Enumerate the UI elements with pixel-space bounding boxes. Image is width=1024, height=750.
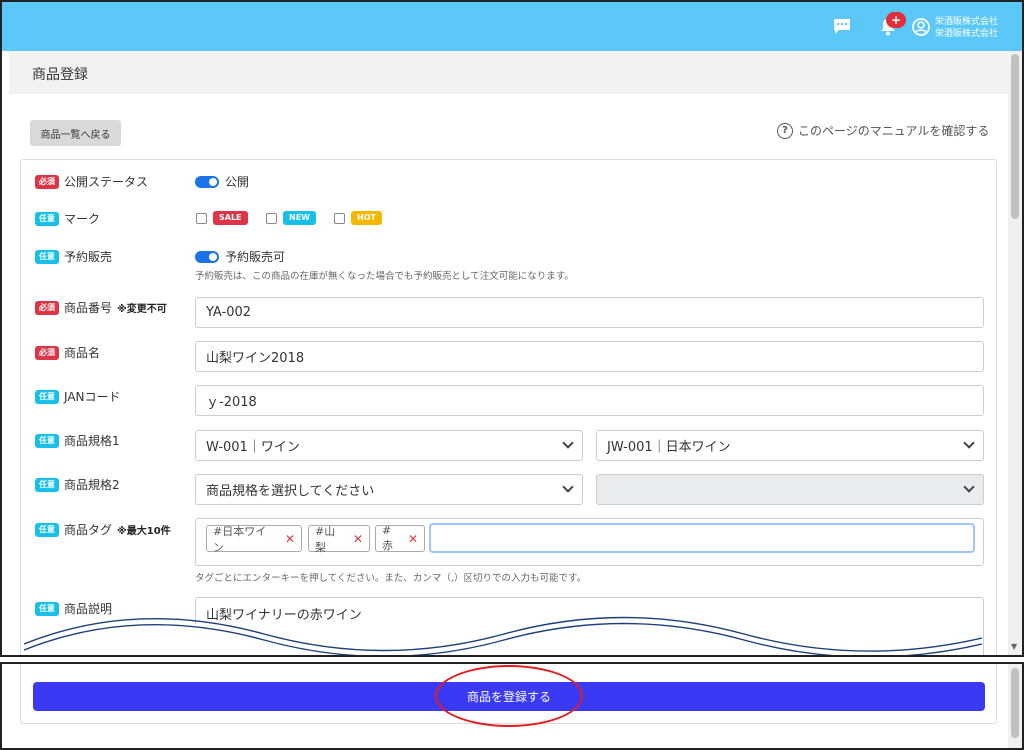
highlight-ellipse <box>435 665 583 727</box>
tags-field[interactable]: #日本ワイン ✕ #山梨 ✕ #赤 ✕ <box>195 518 984 566</box>
product-code-input[interactable]: YA-002 <box>195 297 984 328</box>
company-name[interactable]: 栄酒販株式会社 栄酒販株式会社 <box>935 16 998 40</box>
notification-badge: + <box>886 12 906 28</box>
page-header: 商品登録 <box>9 51 1009 94</box>
spec2-label-text: 商品規格2 <box>64 478 120 492</box>
page-title: 商品登録 <box>32 67 88 83</box>
close-icon[interactable]: ✕ <box>408 532 418 546</box>
spec2-label: 任意 商品規格2 <box>35 476 120 493</box>
new-tag: NEW <box>283 211 316 225</box>
tag-chip: #赤 ✕ <box>375 524 425 552</box>
hot-tag: HOT <box>351 211 382 225</box>
optional-badge: 任意 <box>35 433 59 448</box>
tag-chip-label: #山梨 <box>315 524 336 554</box>
main-window: + 栄酒販株式会社 栄酒販株式会社 商品登録 ▼ 商品一覧へ戻る ? このページ… <box>0 0 1024 657</box>
optional-badge: 任意 <box>35 522 59 537</box>
mark-label-text: マーク <box>64 212 101 226</box>
product-code-note: ※変更不可 <box>117 304 167 315</box>
status-label-text: 公開ステータス <box>64 175 149 189</box>
product-name-label-text: 商品名 <box>64 346 101 360</box>
preorder-help-text: 予約販売は、この商品の在庫が無くなった場合でも予約販売として注文可能になります。 <box>195 271 574 282</box>
mark-option-new[interactable]: NEW <box>266 211 316 225</box>
product-name-input[interactable]: 山梨ワイン2018 <box>195 341 984 372</box>
required-badge: 必須 <box>35 174 59 189</box>
hot-checkbox[interactable] <box>334 212 345 224</box>
product-code-label-text: 商品番号 <box>64 301 113 315</box>
tag-chip: #山梨 ✕ <box>308 524 370 554</box>
optional-badge: 任意 <box>35 477 59 492</box>
toggle-switch[interactable] <box>195 250 219 263</box>
tags-help-text: タグごとにエンターキーを押してください。また、カンマ（,）区切りでの入力も可能で… <box>195 573 587 584</box>
spec1-select-secondary[interactable]: JW-001｜日本ワイン <box>596 430 984 461</box>
preorder-toggle-label: 予約販売可 <box>225 250 286 264</box>
top-bar: + 栄酒販株式会社 栄酒販株式会社 <box>2 2 1022 51</box>
optional-badge: 任意 <box>35 211 59 226</box>
spec1-label: 任意 商品規格1 <box>35 432 120 449</box>
back-to-list-button[interactable]: 商品一覧へ戻る <box>30 120 121 146</box>
sale-tag: SALE <box>213 211 248 225</box>
toggle-switch[interactable] <box>195 175 219 188</box>
page-break-wave <box>24 616 982 655</box>
tags-label-text: 商品タグ <box>64 523 113 537</box>
tag-input[interactable] <box>429 523 975 553</box>
chevron-down-icon <box>963 437 975 449</box>
tag-chip: #日本ワイン ✕ <box>206 524 302 554</box>
scroll-down-icon[interactable]: ▼ <box>1011 642 1017 651</box>
company-line-1: 栄酒販株式会社 <box>935 17 999 27</box>
spec1-label-text: 商品規格1 <box>64 434 120 448</box>
tags-note: ※最大10件 <box>117 526 171 537</box>
spec1-select-primary-value: W-001｜ワイン <box>206 440 300 455</box>
mark-option-sale[interactable]: SALE <box>196 211 248 225</box>
new-checkbox[interactable] <box>266 212 277 224</box>
jan-code-label-text: JANコード <box>64 390 121 404</box>
tag-chip-label: #赤 <box>382 524 393 552</box>
chat-icon[interactable] <box>832 17 852 35</box>
spec2-select-primary-value: 商品規格を選択してください <box>206 484 375 499</box>
mark-label: 任意 マーク <box>35 210 100 227</box>
spec2-select-secondary <box>596 474 984 505</box>
chevron-down-icon <box>963 481 975 493</box>
scrollbar-thumb[interactable] <box>1011 54 1019 219</box>
help-icon: ? <box>777 122 793 139</box>
footer-window: 商品を登録する <box>0 662 1024 750</box>
manual-link-label: このページのマニュアルを確認する <box>798 124 990 138</box>
sale-checkbox[interactable] <box>196 212 207 224</box>
optional-badge: 任意 <box>35 249 59 264</box>
close-icon[interactable]: ✕ <box>353 532 363 546</box>
status-toggle-label: 公開 <box>225 175 250 189</box>
jan-code-label: 任意 JANコード <box>35 388 121 405</box>
required-badge: 必須 <box>35 345 59 360</box>
mark-option-hot[interactable]: HOT <box>334 211 382 225</box>
product-code-label: 必須 商品番号 ※変更不可 <box>35 299 167 316</box>
tag-chip-label: #日本ワイン <box>213 524 267 554</box>
jan-code-input[interactable]: ｙ-2018 <box>195 385 984 416</box>
spec1-select-primary[interactable]: W-001｜ワイン <box>195 430 583 461</box>
chevron-down-icon <box>562 481 574 493</box>
status-label: 必須 公開ステータス <box>35 173 148 190</box>
status-toggle[interactable]: 公開 <box>195 173 249 190</box>
scrollbar-thumb[interactable] <box>1011 668 1019 738</box>
preorder-toggle[interactable]: 予約販売可 <box>195 248 285 265</box>
close-icon[interactable]: ✕ <box>285 532 295 546</box>
optional-badge: 任意 <box>35 389 59 404</box>
chevron-down-icon <box>562 437 574 449</box>
tags-label: 任意 商品タグ ※最大10件 <box>35 521 171 538</box>
required-badge: 必須 <box>35 300 59 315</box>
company-line-2: 栄酒販株式会社 <box>935 29 999 39</box>
user-icon[interactable] <box>912 18 930 36</box>
preorder-label: 任意 予約販売 <box>35 248 112 265</box>
spec2-select-primary[interactable]: 商品規格を選択してください <box>195 474 583 505</box>
product-name-label: 必須 商品名 <box>35 344 100 361</box>
manual-link[interactable]: ? このページのマニュアルを確認する <box>777 122 989 139</box>
preorder-label-text: 予約販売 <box>64 250 113 264</box>
spec1-select-secondary-value: JW-001｜日本ワイン <box>607 440 731 455</box>
